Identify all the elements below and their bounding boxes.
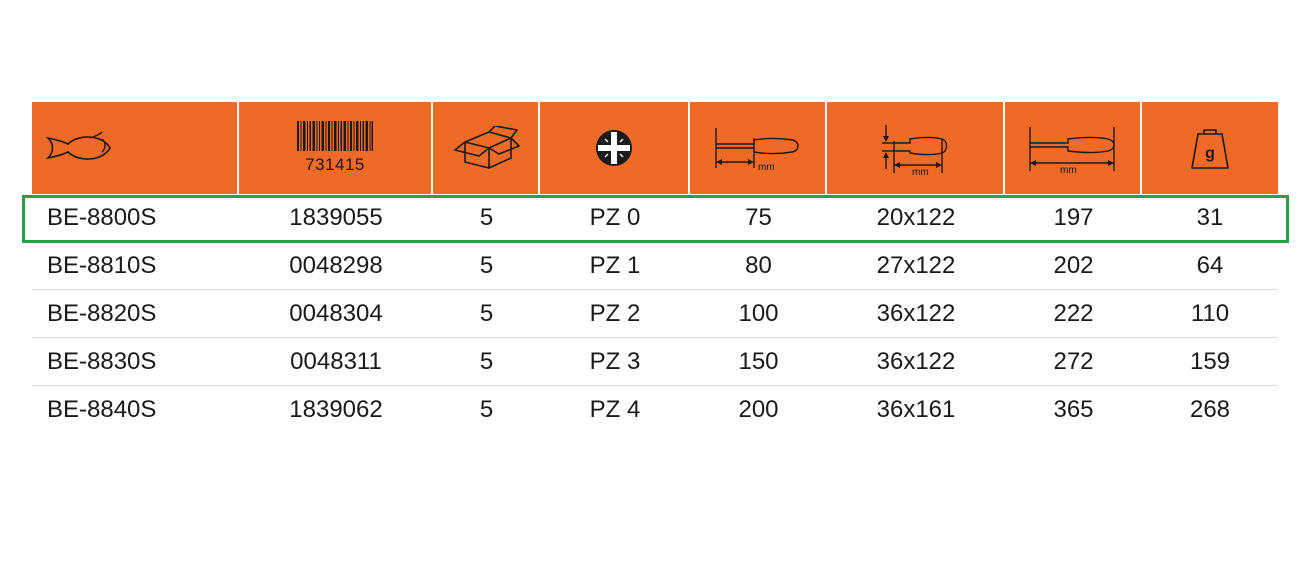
- cell-blade: 100: [738, 299, 779, 327]
- cell-code: BE-8810S: [47, 251, 157, 279]
- header-cell-tip-dimension: mm: [827, 102, 1005, 194]
- header-cell-tip: [540, 102, 690, 194]
- pozidriv-tip-icon: [594, 128, 634, 168]
- cell-tip: PZ 4: [589, 396, 641, 423]
- header-cell-blade-length: mm: [690, 102, 827, 194]
- box-icon: [451, 126, 521, 170]
- cell-ean: 0048304: [289, 299, 383, 327]
- cell-code: BE-8830S: [47, 347, 157, 375]
- cell-tip: PZ 2: [589, 299, 641, 327]
- cell-length: 202: [1053, 251, 1094, 279]
- weight-icon: g: [1188, 126, 1232, 170]
- cell-qty: 5: [479, 251, 494, 279]
- row-highlight-box: [22, 195, 1289, 243]
- table-row: BE-8840S 1839062 5 PZ 4 200 36x161 365 2…: [32, 386, 1278, 434]
- barcode-number: 731415: [305, 155, 365, 174]
- fish-icon: [44, 130, 114, 166]
- header-cell-ean: 731415: [239, 102, 433, 194]
- cell-blade: 150: [738, 347, 779, 375]
- cell-qty: 5: [479, 396, 494, 423]
- table-row: BE-8830S 0048311 5 PZ 3 150 36x122 272 1…: [32, 338, 1278, 386]
- cell-weight: 268: [1189, 396, 1231, 423]
- svg-text:mm: mm: [912, 167, 929, 175]
- cell-qty: 5: [479, 299, 494, 327]
- barcode-icon: [297, 121, 373, 151]
- cell-ean: 0048311: [290, 347, 382, 375]
- cell-tip: PZ 1: [589, 251, 641, 279]
- cell-tip-dim: 27x122: [876, 251, 956, 279]
- cell-weight: 110: [1190, 299, 1230, 327]
- svg-text:g: g: [1205, 145, 1215, 162]
- cell-code: BE-8840S: [47, 396, 157, 423]
- tip-dimension-icon: mm: [880, 121, 950, 175]
- cell-tip: PZ 3: [589, 347, 641, 375]
- cell-blade: 80: [745, 251, 772, 279]
- total-length-icon: mm: [1028, 123, 1118, 173]
- product-table: 731415 mm mm mm g BE-8800S 1839055 5 PZ …: [32, 102, 1278, 434]
- header-cell-quantity: [433, 102, 540, 194]
- blade-length-icon: mm: [714, 124, 802, 172]
- cell-code: BE-8820S: [47, 299, 157, 327]
- cell-length: 365: [1053, 396, 1094, 423]
- table-row: BE-8810S 0048298 5 PZ 1 80 27x122 202 64: [32, 242, 1278, 290]
- cell-qty: 5: [479, 347, 494, 375]
- cell-length: 272: [1053, 347, 1094, 375]
- table-row: BE-8820S 0048304 5 PZ 2 100 36x122 222 1…: [32, 290, 1278, 338]
- svg-text:mm: mm: [1060, 165, 1077, 173]
- cell-tip-dim: 36x161: [876, 396, 956, 423]
- header-cell-weight: g: [1142, 102, 1278, 194]
- cell-tip-dim: 36x122: [876, 299, 956, 327]
- cell-tip-dim: 36x122: [876, 347, 956, 375]
- svg-text:mm: mm: [758, 162, 775, 172]
- cell-length: 222: [1053, 299, 1094, 327]
- table-header: 731415 mm mm mm g: [32, 102, 1278, 194]
- cell-weight: 159: [1189, 347, 1231, 375]
- header-cell-total-length: mm: [1005, 102, 1142, 194]
- cell-weight: 64: [1196, 251, 1224, 279]
- cell-ean: 1839062: [289, 396, 383, 423]
- cell-blade: 200: [738, 396, 779, 423]
- cell-ean: 0048298: [289, 251, 383, 279]
- header-cell-product: [32, 102, 239, 194]
